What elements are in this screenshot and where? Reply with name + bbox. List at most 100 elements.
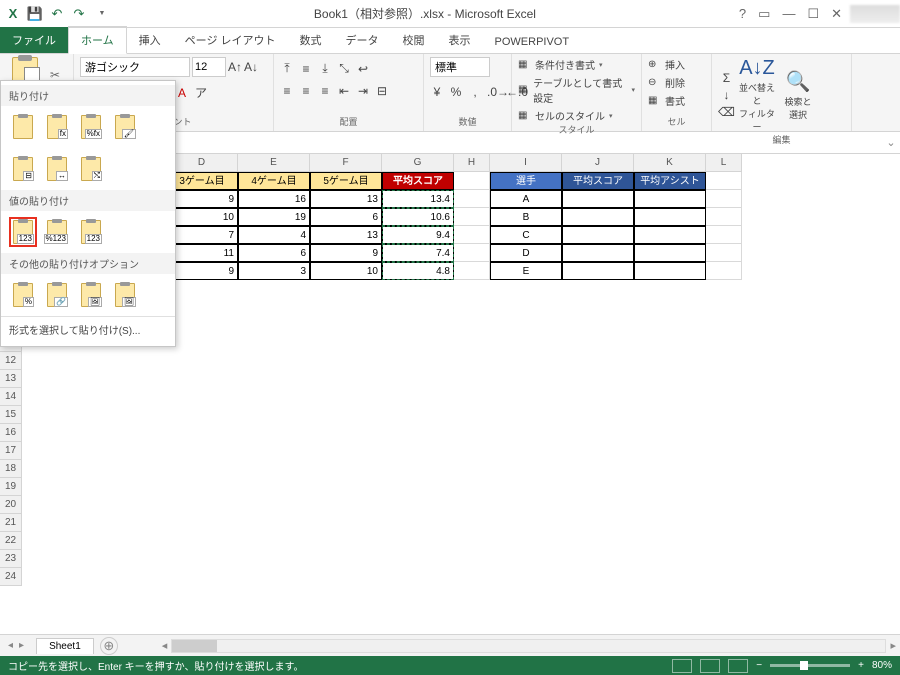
row-header[interactable]: 20: [0, 496, 22, 514]
minimize-icon[interactable]: ―: [782, 6, 795, 22]
align-bottom-icon[interactable]: ⤓: [318, 61, 332, 76]
cell[interactable]: 平均スコア: [382, 172, 454, 190]
comma-icon[interactable]: ,: [468, 85, 482, 99]
phonetic-button[interactable]: ア: [194, 84, 208, 101]
font-color-button[interactable]: A: [175, 86, 189, 100]
find-select-button[interactable]: 🔍 検索と 選択: [779, 69, 817, 121]
cell[interactable]: 平均アシスト: [634, 172, 706, 190]
align-center-icon[interactable]: ≡: [299, 84, 313, 98]
format-as-table-button[interactable]: ▦テーブルとして書式設定▾: [518, 75, 635, 105]
cell[interactable]: 10.6: [382, 208, 454, 226]
cell[interactable]: [706, 172, 742, 190]
tab-formula[interactable]: 数式: [288, 27, 334, 53]
cell[interactable]: 9: [166, 262, 238, 280]
col-header[interactable]: H: [454, 154, 490, 172]
close-icon[interactable]: ✕: [831, 6, 842, 22]
paste-picture[interactable]: 🖼: [77, 280, 105, 310]
sheet-nav-last[interactable]: ▸: [19, 640, 24, 651]
row-header[interactable]: 21: [0, 514, 22, 532]
cell[interactable]: E: [490, 262, 562, 280]
paste-formulas-formatting[interactable]: %fx: [77, 112, 105, 142]
zoom-slider[interactable]: [770, 664, 850, 667]
cell[interactable]: 3: [238, 262, 310, 280]
orientation-icon[interactable]: ⤡: [337, 61, 351, 76]
paste-formatting[interactable]: %: [9, 280, 37, 310]
align-middle-icon[interactable]: ≡: [299, 62, 313, 76]
paste-values[interactable]: 123: [9, 217, 37, 247]
col-header[interactable]: L: [706, 154, 742, 172]
inc-decimal-icon[interactable]: .0→: [487, 85, 501, 99]
cell[interactable]: 7.4: [382, 244, 454, 262]
font-size-select[interactable]: [192, 57, 226, 77]
cell[interactable]: 5ゲーム目: [310, 172, 382, 190]
cell[interactable]: [562, 208, 634, 226]
percent-icon[interactable]: %: [449, 85, 463, 99]
cell[interactable]: 19: [238, 208, 310, 226]
row-header[interactable]: 18: [0, 460, 22, 478]
row-header[interactable]: 23: [0, 550, 22, 568]
paste-keep-source[interactable]: 🖌: [111, 112, 139, 142]
cell[interactable]: [454, 172, 490, 190]
tab-file[interactable]: ファイル: [0, 27, 68, 53]
row-header[interactable]: 17: [0, 442, 22, 460]
zoom-in-icon[interactable]: +: [858, 660, 864, 671]
currency-icon[interactable]: ¥: [430, 85, 444, 99]
undo-icon[interactable]: ↶: [48, 5, 66, 23]
autosum-icon[interactable]: Σ: [718, 71, 735, 85]
row-header[interactable]: 15: [0, 406, 22, 424]
tab-powerpivot[interactable]: POWERPIVOT: [483, 31, 582, 53]
cell[interactable]: 4: [238, 226, 310, 244]
zoom-level[interactable]: 80%: [872, 660, 892, 671]
paste-values-number-format[interactable]: %123: [43, 217, 71, 247]
col-header[interactable]: D: [166, 154, 238, 172]
cell[interactable]: [454, 190, 490, 208]
cell[interactable]: [634, 244, 706, 262]
cell[interactable]: [454, 262, 490, 280]
format-cells-button[interactable]: ▦書式: [648, 93, 705, 108]
cell[interactable]: 平均スコア: [562, 172, 634, 190]
row-header[interactable]: 22: [0, 532, 22, 550]
paste-linked-picture[interactable]: 🖼: [111, 280, 139, 310]
paste-values-source-format[interactable]: 123: [77, 217, 105, 247]
cell[interactable]: 4.8: [382, 262, 454, 280]
cell[interactable]: C: [490, 226, 562, 244]
paste-formulas[interactable]: fx: [43, 112, 71, 142]
cell[interactable]: [562, 190, 634, 208]
maximize-icon[interactable]: ☐: [807, 6, 819, 22]
cell[interactable]: [634, 262, 706, 280]
col-header[interactable]: I: [490, 154, 562, 172]
cell[interactable]: 3ゲーム目: [166, 172, 238, 190]
formula-expand-icon[interactable]: ⌄: [882, 136, 900, 149]
align-left-icon[interactable]: ≡: [280, 84, 294, 98]
cell[interactable]: 10: [310, 262, 382, 280]
ribbon-collapse-icon[interactable]: ▭: [758, 6, 770, 22]
col-header[interactable]: J: [562, 154, 634, 172]
cell[interactable]: 13: [310, 226, 382, 244]
cell[interactable]: 9: [166, 190, 238, 208]
page-layout-view-icon[interactable]: [700, 659, 720, 673]
cell[interactable]: [454, 208, 490, 226]
row-header[interactable]: 24: [0, 568, 22, 586]
tab-home[interactable]: ホーム: [68, 26, 127, 54]
user-account[interactable]: [850, 5, 900, 23]
fill-icon[interactable]: ↓: [718, 88, 735, 102]
cell[interactable]: D: [490, 244, 562, 262]
cell[interactable]: 選手: [490, 172, 562, 190]
indent-dec-icon[interactable]: ⇤: [337, 84, 351, 98]
paste-column-widths[interactable]: ↔: [43, 154, 71, 184]
sheet-nav-first[interactable]: ◂: [8, 640, 13, 651]
cell[interactable]: [706, 244, 742, 262]
cell[interactable]: 13.4: [382, 190, 454, 208]
qat-more-icon[interactable]: ▼: [93, 5, 111, 23]
paste-all[interactable]: [9, 112, 37, 142]
cell[interactable]: [562, 244, 634, 262]
paste-no-borders[interactable]: ⊟: [9, 154, 37, 184]
cell[interactable]: [634, 190, 706, 208]
tab-layout[interactable]: ページ レイアウト: [173, 27, 288, 53]
clear-icon[interactable]: ⌫: [718, 105, 735, 119]
cell[interactable]: [562, 262, 634, 280]
paste-link[interactable]: 🔗: [43, 280, 71, 310]
row-header[interactable]: 13: [0, 370, 22, 388]
cell[interactable]: 6: [238, 244, 310, 262]
merge-icon[interactable]: ⊟: [375, 84, 389, 98]
